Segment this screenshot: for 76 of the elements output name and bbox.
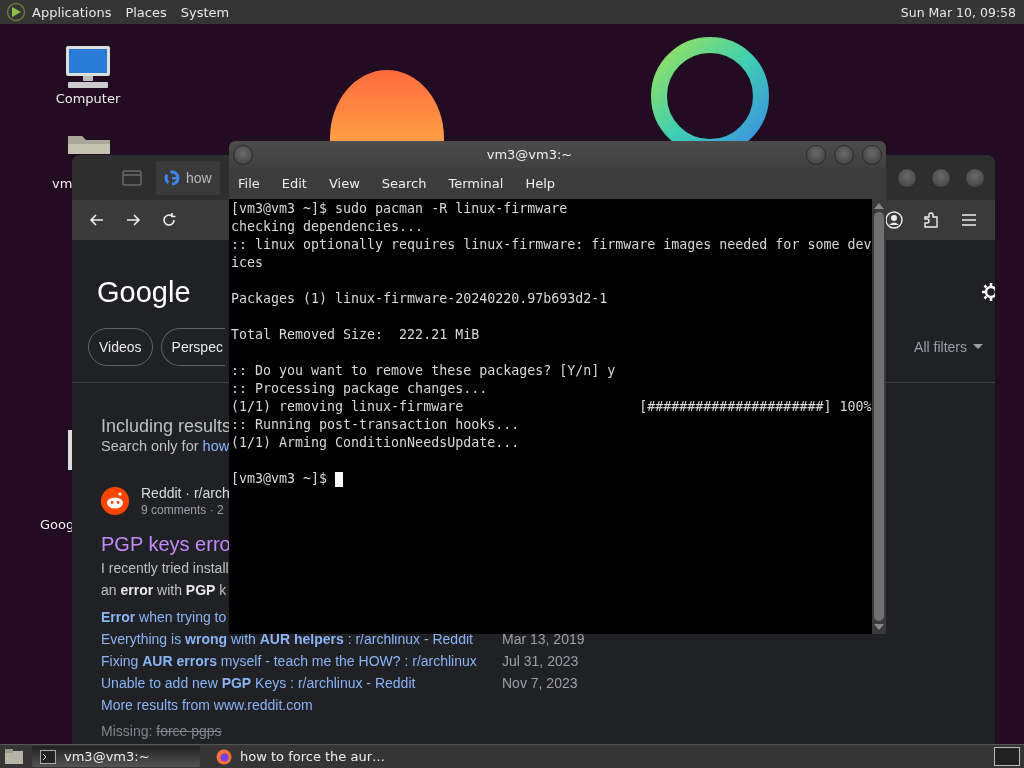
terminal-line: checking dependencies... bbox=[231, 218, 425, 236]
play-logo-icon[interactable] bbox=[6, 2, 26, 22]
sitelink-date: Nov 7, 2023 bbox=[502, 675, 578, 691]
reload-icon[interactable] bbox=[161, 212, 177, 228]
settings-icon[interactable] bbox=[981, 282, 995, 302]
menu-item[interactable]: Terminal bbox=[439, 176, 514, 191]
terminal-line: ices bbox=[231, 254, 265, 272]
panel-menu[interactable]: Places bbox=[125, 4, 167, 20]
clock[interactable]: Sun Mar 10, 09:58 bbox=[900, 4, 1016, 20]
back-arrow-icon[interactable] bbox=[89, 212, 105, 228]
taskbar-button[interactable]: how to force the aur… bbox=[208, 746, 394, 767]
search-only-link[interactable]: how bbox=[202, 438, 230, 454]
tab-list-icon[interactable] bbox=[122, 169, 142, 186]
terminal-line: (1/1) removing linux-firmware [######################] 100% bbox=[231, 398, 872, 416]
desktop-icon-label[interactable]: vm bbox=[52, 176, 73, 192]
result-source[interactable]: Reddit · r/arch bbox=[141, 484, 230, 502]
window-button[interactable] bbox=[965, 167, 985, 188]
terminal-line: :: Do you want to remove these packages? [Y/n] y bbox=[231, 362, 617, 380]
more-results-link[interactable]: More results from www.reddit.com bbox=[101, 697, 313, 713]
missing-terms: force pgps bbox=[156, 723, 222, 739]
window-button[interactable] bbox=[897, 167, 917, 188]
sitelink[interactable]: Everything is wrong with AUR helpers : r/archlinux - Reddit bbox=[101, 631, 473, 647]
browser-tab[interactable]: how bbox=[156, 160, 220, 195]
terminal-line: :: Processing package changes... bbox=[231, 380, 489, 398]
result-title-link[interactable]: PGP keys erro bbox=[101, 531, 231, 557]
sitelink[interactable]: Fixing AUR errors myself - teach me the HOW? : r/archlinux bbox=[101, 653, 477, 669]
reddit-logo-icon bbox=[101, 487, 129, 515]
caret-icon bbox=[973, 344, 983, 350]
window-button[interactable] bbox=[834, 144, 854, 165]
result-snippet: I recently tried install bbox=[101, 559, 229, 578]
all-filters-button[interactable]: All filters bbox=[914, 339, 983, 355]
terminal-line: [vm3@vm3 ~]$ sudo pacman -R linux-firmware bbox=[231, 200, 569, 218]
terminal-line: :: Running post-transaction hooks... bbox=[231, 416, 521, 434]
sitelink-date: Mar 13, 2019 bbox=[502, 631, 585, 647]
menu-icon[interactable] bbox=[961, 213, 977, 227]
menu-item[interactable]: Edit bbox=[272, 176, 317, 191]
terminal-line: (1/1) Arming ConditionNeedsUpdate... bbox=[231, 434, 521, 452]
menu-item[interactable]: File bbox=[229, 176, 270, 191]
sitelink[interactable]: Error when trying to bbox=[101, 609, 227, 625]
menu-item[interactable]: Search bbox=[372, 176, 437, 191]
panel-menu[interactable]: Applications bbox=[32, 4, 112, 20]
window-menu-button[interactable] bbox=[233, 144, 253, 165]
show-desktop-icon[interactable] bbox=[4, 747, 24, 766]
window-button[interactable] bbox=[862, 144, 882, 165]
browser-icon bbox=[216, 748, 232, 765]
forward-arrow-icon[interactable] bbox=[125, 212, 141, 228]
scroll-up-arrow-icon[interactable] bbox=[874, 203, 884, 209]
results-notice: Including results bbox=[101, 416, 232, 436]
account-icon[interactable] bbox=[885, 211, 903, 229]
google-logo[interactable]: Google bbox=[97, 275, 191, 309]
panel-menu[interactable]: System bbox=[180, 4, 230, 20]
terminal-icon bbox=[40, 749, 56, 764]
scrollbar[interactable] bbox=[872, 199, 886, 634]
window-button[interactable] bbox=[806, 144, 826, 165]
terminal-line: Total Removed Size: 222.21 MiB bbox=[231, 326, 481, 344]
sitelink-date: Jul 31, 2023 bbox=[502, 653, 579, 669]
result-snippet: an error with PGP k bbox=[101, 581, 227, 600]
shell-prompt: [vm3@vm3 ~]$ bbox=[231, 470, 328, 488]
puzzle-piece-icon[interactable] bbox=[923, 211, 941, 229]
window-button[interactable] bbox=[931, 167, 951, 188]
scroll-down-arrow-icon[interactable] bbox=[874, 624, 884, 630]
missing-label: Missing: bbox=[101, 723, 153, 739]
taskbar-button[interactable]: vm3@vm3:~ bbox=[32, 746, 200, 767]
search-only-text: Search only for bbox=[101, 438, 199, 454]
desktop-icon-label[interactable]: Computer bbox=[55, 91, 121, 107]
result-meta: 9 comments · 2 bbox=[141, 502, 225, 518]
sitelink[interactable]: Unable to add new PGP Keys : r/archlinux - Reddit bbox=[101, 675, 416, 691]
terminal-line: Packages (1) linux-firmware-20240220.97b693d2-1 bbox=[231, 290, 609, 308]
workspace-switcher[interactable] bbox=[994, 747, 1020, 766]
scrollbar-thumb[interactable] bbox=[874, 212, 884, 621]
computer-icon[interactable] bbox=[63, 45, 113, 89]
menu-item[interactable]: Help bbox=[516, 176, 566, 191]
menu-item[interactable]: View bbox=[319, 176, 370, 191]
google-g-icon bbox=[164, 169, 180, 186]
window-title: vm3@vm3:~ bbox=[485, 147, 574, 162]
terminal-line: :: linux optionally requires linux-firmware: firmware images needed for some dev bbox=[231, 236, 872, 254]
